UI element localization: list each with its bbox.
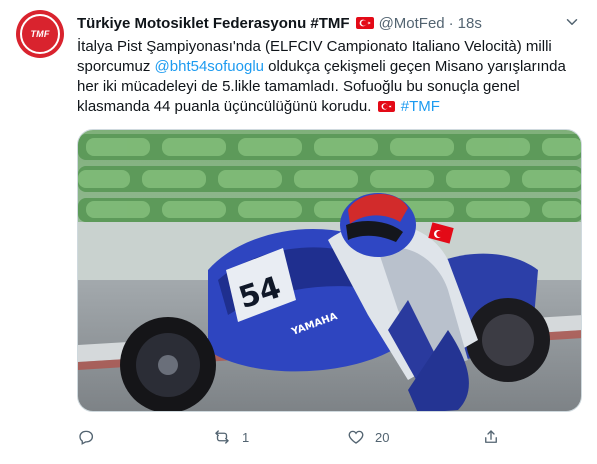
turkey-flag-emoji-icon [377, 101, 395, 112]
tweet-actions: 1 20 [77, 426, 507, 448]
tweet-text: İtalya Pist Şampiyonası'nda (ELFCIV Camp… [77, 37, 583, 117]
avatar-logo-ring: TMF [20, 14, 60, 54]
motorcycle-racing-photo: 54 YAMAHA [78, 130, 581, 411]
tweet-header: Türkiye Motosiklet Federasyonu #TMF @Mot… [77, 13, 482, 33]
like-button[interactable]: 20 [347, 426, 389, 448]
reply-icon [79, 430, 94, 445]
tweet[interactable]: TMF Türkiye Motosiklet Federasyonu #TMF … [0, 0, 597, 464]
more-options-icon[interactable] [562, 12, 582, 32]
tweet-time[interactable]: 18s [458, 15, 482, 32]
retweet-button[interactable]: 1 [212, 426, 249, 448]
share-icon [485, 430, 497, 443]
author-handle[interactable]: @MotFed [379, 15, 445, 32]
separator-dot: · [448, 14, 454, 32]
tweet-photo[interactable]: 54 YAMAHA [77, 129, 582, 412]
retweet-icon [215, 430, 229, 444]
avatar-logo-text: TMF [30, 29, 50, 39]
mention-link[interactable]: @bht54sofuoglu [155, 58, 264, 75]
like-count: 20 [375, 429, 390, 445]
avatar[interactable]: TMF [16, 10, 64, 58]
reply-button[interactable] [77, 426, 105, 448]
author-name[interactable]: Türkiye Motosiklet Federasyonu #TMF [77, 15, 350, 32]
retweet-count: 1 [242, 429, 250, 445]
turkey-flag-icon [355, 17, 374, 29]
share-button[interactable] [482, 426, 510, 448]
hashtag-link[interactable]: #TMF [401, 98, 440, 115]
heart-icon [348, 430, 364, 444]
